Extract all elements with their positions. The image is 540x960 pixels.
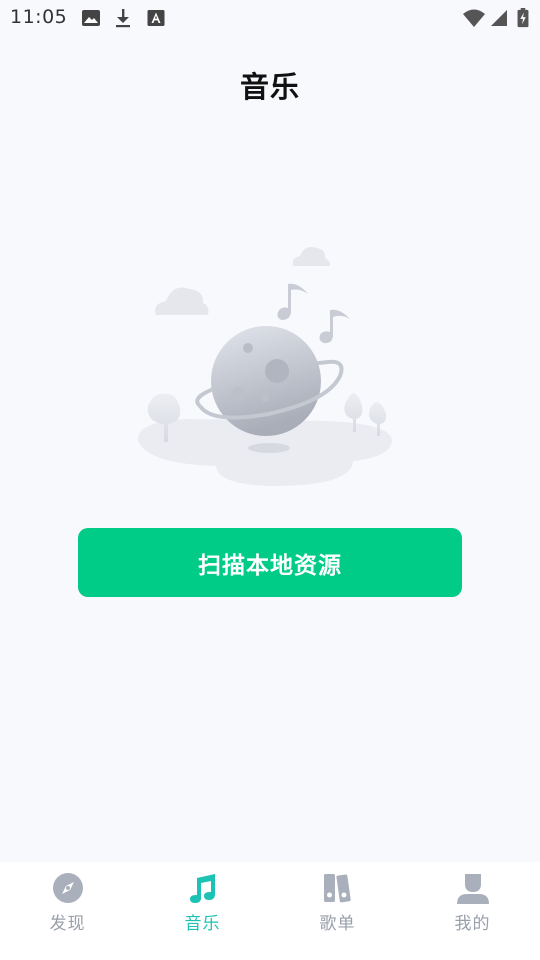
status-bar: 11:05 <box>0 0 540 36</box>
signal-icon <box>491 10 507 26</box>
music-note-icon <box>189 874 215 903</box>
page-title: 音乐 <box>239 70 300 104</box>
tab-me[interactable]: 我的 <box>405 862 540 960</box>
tab-music-label: 音乐 <box>184 914 221 934</box>
compass-icon <box>52 873 83 903</box>
battery-icon <box>517 8 529 28</box>
tab-music[interactable]: 音乐 <box>135 862 270 960</box>
tab-discover[interactable]: 发现 <box>0 862 135 960</box>
tab-playlist-label: 歌单 <box>319 914 356 934</box>
books-icon <box>323 874 351 903</box>
image-icon <box>82 10 100 26</box>
tab-discover-label: 发现 <box>49 914 86 934</box>
tab-me-label: 我的 <box>454 914 491 934</box>
font-icon <box>147 10 165 26</box>
user-icon <box>456 874 489 904</box>
tab-playlist[interactable]: 歌单 <box>270 862 405 960</box>
bottom-navigation: 发现 音乐 歌单 我的 <box>0 862 540 960</box>
download-icon <box>116 9 130 28</box>
wifi-icon <box>463 9 485 27</box>
scan-local-resources-button[interactable]: 扫描本地资源 <box>78 528 462 597</box>
empty-music-illustration <box>137 247 392 486</box>
status-time: 11:05 <box>10 6 68 28</box>
